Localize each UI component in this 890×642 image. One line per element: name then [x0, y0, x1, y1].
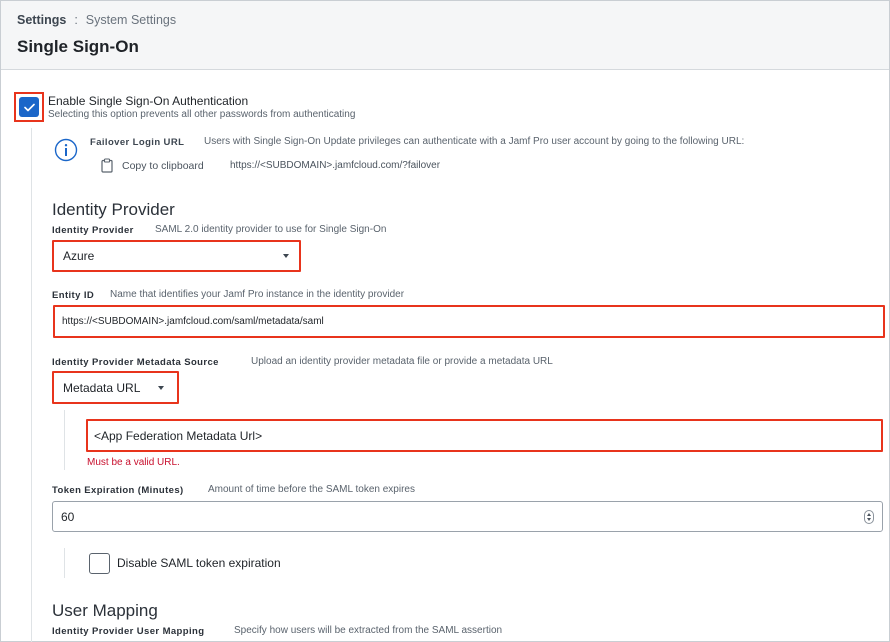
- metadata-url-indent-line: [64, 410, 65, 470]
- disable-saml-expiration-label: Disable SAML token expiration: [117, 556, 281, 570]
- entity-id-description: Name that identifies your Jamf Pro insta…: [110, 289, 405, 300]
- enable-sso-label: Enable Single Sign-On Authentication: [48, 94, 249, 108]
- failover-url: https://<SUBDOMAIN>.jamfcloud.com/?failo…: [230, 160, 441, 171]
- token-expiration-value: 60: [61, 509, 75, 524]
- metadata-url-input[interactable]: <App Federation Metadata Url>: [90, 423, 879, 448]
- breadcrumb-settings-link[interactable]: Settings: [17, 13, 66, 27]
- disable-saml-expiration-checkbox[interactable]: [89, 553, 110, 574]
- failover-login-url-label: Failover Login URL: [90, 137, 185, 148]
- user-mapping-description: Specify how users will be extracted from…: [234, 625, 503, 636]
- metadata-source-value: Metadata URL: [63, 380, 141, 395]
- identity-provider-section-title: Identity Provider: [52, 200, 175, 219]
- clipboard-icon[interactable]: [101, 158, 113, 173]
- identity-provider-select[interactable]: Azure: [56, 244, 297, 268]
- caret-down-icon: [158, 385, 164, 390]
- identity-provider-value: Azure: [63, 249, 95, 263]
- info-icon: [54, 138, 78, 162]
- stepper-down-icon[interactable]: [867, 517, 871, 521]
- enable-sso-help: Selecting this option prevents all other…: [48, 109, 356, 120]
- user-mapping-label: Identity Provider User Mapping: [52, 626, 205, 637]
- token-expiration-input[interactable]: 60: [52, 501, 883, 532]
- entity-id-label: Entity ID: [52, 290, 95, 301]
- page-title: Single Sign-On: [17, 37, 139, 56]
- metadata-source-label: Identity Provider Metadata Source: [52, 357, 219, 368]
- entity-id-input[interactable]: https://<SUBDOMAIN>.jamfcloud.com/saml/m…: [57, 309, 881, 334]
- copy-to-clipboard-link[interactable]: Copy to clipboard: [122, 160, 204, 172]
- token-expiration-description: Amount of time before the SAML token exp…: [208, 484, 415, 495]
- token-options-indent-line: [64, 548, 65, 578]
- identity-provider-description: SAML 2.0 identity provider to use for Si…: [155, 224, 387, 235]
- identity-provider-label: Identity Provider: [52, 225, 134, 236]
- breadcrumb: Settings : System Settings: [17, 13, 176, 27]
- page-header: Settings : System Settings Single Sign-O…: [1, 1, 889, 70]
- caret-down-icon: [283, 254, 289, 258]
- checkmark-icon: [23, 103, 35, 111]
- sso-options-indent-line: [31, 128, 32, 642]
- metadata-source-description: Upload an identity provider metadata fil…: [251, 356, 553, 367]
- breadcrumb-system-settings-link[interactable]: System Settings: [86, 13, 176, 27]
- metadata-url-error: Must be a valid URL.: [87, 457, 180, 468]
- failover-description: Users with Single Sign-On Update privile…: [204, 136, 745, 147]
- token-expiration-label: Token Expiration (Minutes): [52, 485, 184, 496]
- stepper-icon[interactable]: [864, 509, 874, 524]
- user-mapping-section-title: User Mapping: [52, 601, 158, 620]
- breadcrumb-separator: :: [74, 13, 78, 27]
- enable-sso-checkbox[interactable]: [19, 97, 39, 117]
- stepper-up-icon[interactable]: [867, 512, 871, 516]
- metadata-source-select[interactable]: Metadata URL: [56, 375, 175, 400]
